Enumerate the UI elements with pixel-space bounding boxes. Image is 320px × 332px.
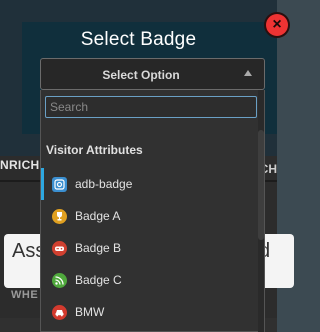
instagram-icon xyxy=(52,176,67,192)
gamepad-icon xyxy=(52,240,67,256)
dropdown-panel: Visitor Attributes adb-badge Badge A Bad… xyxy=(40,90,265,332)
select-option-dropdown[interactable]: Select Option xyxy=(40,58,265,90)
select-option-label: Select Option xyxy=(102,68,180,82)
modal-title: Select Badge xyxy=(80,29,197,50)
search-input[interactable] xyxy=(45,96,257,118)
option-bmw[interactable]: BMW xyxy=(41,296,260,328)
option-label: adb-badge xyxy=(75,177,133,191)
option-label: Badge C xyxy=(75,273,122,287)
close-icon: × xyxy=(272,16,282,33)
background-tab-enrich[interactable]: NRICH xyxy=(0,158,40,172)
background-when-label: WHE xyxy=(11,289,39,301)
option-badge-c[interactable]: Badge C xyxy=(41,264,260,296)
rss-icon xyxy=(52,272,67,288)
caret-up-icon xyxy=(244,70,252,76)
group-heading: Visitor Attributes xyxy=(46,143,143,157)
dropdown-scrollbar[interactable] xyxy=(258,90,264,332)
option-list: adb-badge Badge A Badge B Badge C BMW xyxy=(41,168,260,328)
option-badge-a[interactable]: Badge A xyxy=(41,200,260,232)
option-label: Badge B xyxy=(75,241,122,255)
car-icon xyxy=(52,304,67,320)
close-button[interactable]: × xyxy=(266,14,288,36)
scrollbar-thumb[interactable] xyxy=(258,130,264,240)
option-label: BMW xyxy=(75,305,105,319)
option-badge-b[interactable]: Badge B xyxy=(41,232,260,264)
trophy-icon xyxy=(52,208,67,224)
option-adb-badge[interactable]: adb-badge xyxy=(41,168,260,200)
option-label: Badge A xyxy=(75,209,121,223)
